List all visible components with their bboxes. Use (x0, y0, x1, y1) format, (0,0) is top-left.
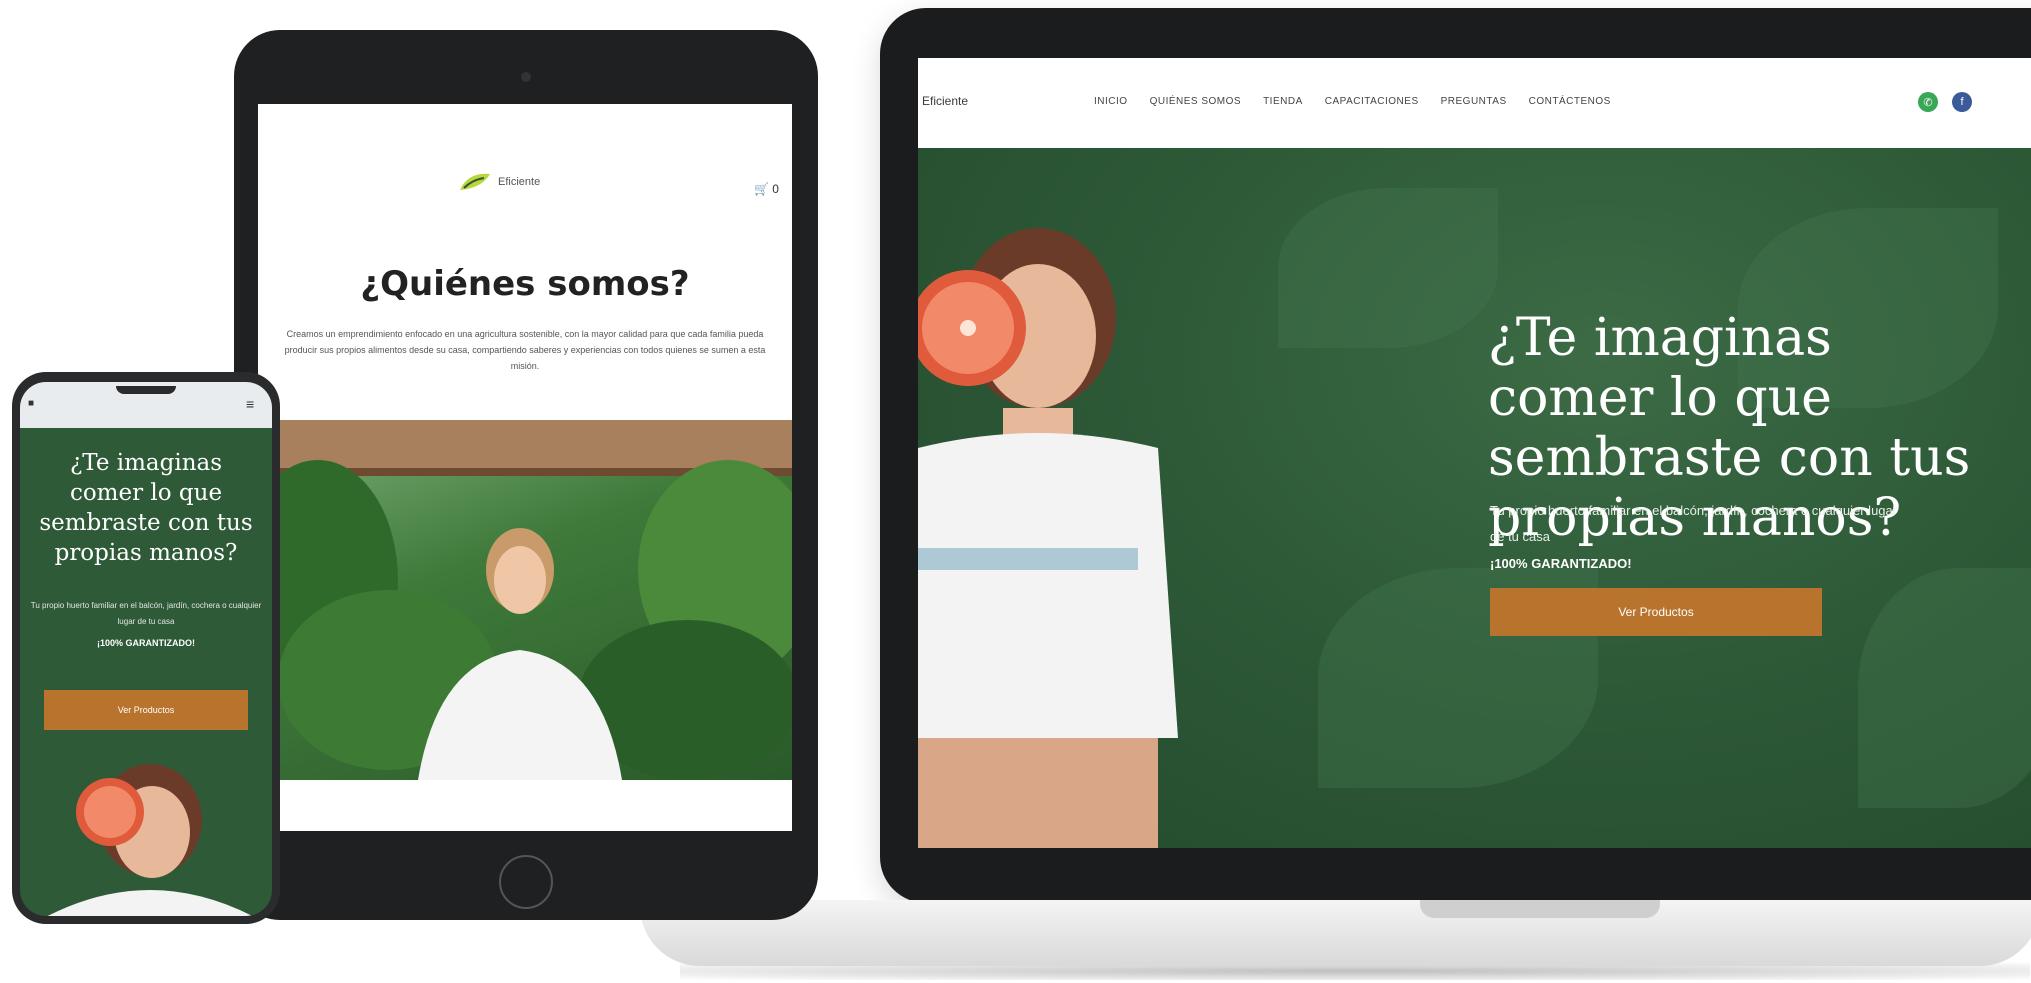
facebook-icon[interactable]: f (1952, 92, 1972, 112)
nav-links: INICIO QUIÉNES SOMOS TIENDA CAPACITACION… (1094, 96, 1611, 107)
tablet-section-text: Creamos un emprendimiento enfocado en un… (284, 329, 766, 371)
woman-with-grapefruit-photo (918, 228, 1178, 848)
leaf-decoration (1858, 568, 2031, 808)
leaf-decoration (1278, 188, 1498, 348)
phone-screen: ■ ≡ ¿Te imaginas comer lo que sembraste … (20, 382, 272, 916)
nav-logo[interactable]: Eficiente (922, 94, 968, 108)
phone-notch (116, 386, 176, 394)
laptop-base (640, 900, 2031, 966)
phone-hero-guarantee: ¡100% GARANTIZADO! (96, 638, 195, 648)
menu-icon[interactable]: ≡ (246, 396, 254, 412)
hero-guarantee: ¡100% GARANTIZADO! (1490, 556, 1632, 571)
phone-woman-grapefruit-photo (47, 764, 253, 916)
leaf-logo-icon (460, 173, 490, 190)
tablet-screen: Eficiente 🛒 0 ¿Quiénes somos? Creamos un… (258, 104, 792, 831)
laptop-screen: Eficiente INICIO QUIÉNES SOMOS TIENDA CA… (918, 58, 2031, 848)
hero-subtitle: Tu propio huerto familiar en el balcón, … (1490, 503, 1898, 544)
tablet-bottom-bar (258, 780, 792, 831)
nav-social-icons: ✆ f (1918, 92, 1972, 112)
cart-icon[interactable]: 🛒 0 (754, 182, 779, 196)
nav-link-inicio[interactable]: INICIO (1094, 96, 1128, 107)
nav-link-contactenos[interactable]: CONTÁCTENOS (1529, 96, 1611, 107)
nav-link-preguntas[interactable]: PREGUNTAS (1441, 96, 1507, 107)
phone-ver-productos-button[interactable]: Ver Productos (44, 690, 248, 730)
ver-productos-button[interactable]: Ver Productos (1490, 588, 1822, 636)
laptop-navbar: Eficiente INICIO QUIÉNES SOMOS TIENDA CA… (918, 58, 2031, 148)
laptop-hero: ¿Te imaginas comer lo que sembraste con … (918, 148, 2031, 848)
nav-link-quienes-somos[interactable]: QUIÉNES SOMOS (1150, 96, 1242, 107)
tablet-woman-plants-photo (258, 420, 792, 780)
nav-link-tienda[interactable]: TIENDA (1263, 96, 1303, 107)
tablet-section-title: ¿Quiénes somos? (360, 264, 690, 304)
phone-header: ■ ≡ (20, 382, 272, 428)
phone-hero-title: ¿Te imaginas comer lo que sembraste con … (39, 450, 253, 566)
tablet-home-button[interactable] (499, 855, 553, 909)
phone-hero-subtitle: Tu propio huerto familiar en el balcón, … (30, 601, 262, 626)
nav-link-capacitaciones[interactable]: CAPACITACIONES (1325, 96, 1419, 107)
phone-cart-icon[interactable]: ■ (28, 398, 34, 409)
tablet-camera (521, 72, 531, 82)
whatsapp-icon[interactable]: ✆ (1918, 92, 1938, 112)
laptop-notch (1420, 900, 1660, 918)
tablet-logo[interactable]: Eficiente (498, 176, 540, 188)
